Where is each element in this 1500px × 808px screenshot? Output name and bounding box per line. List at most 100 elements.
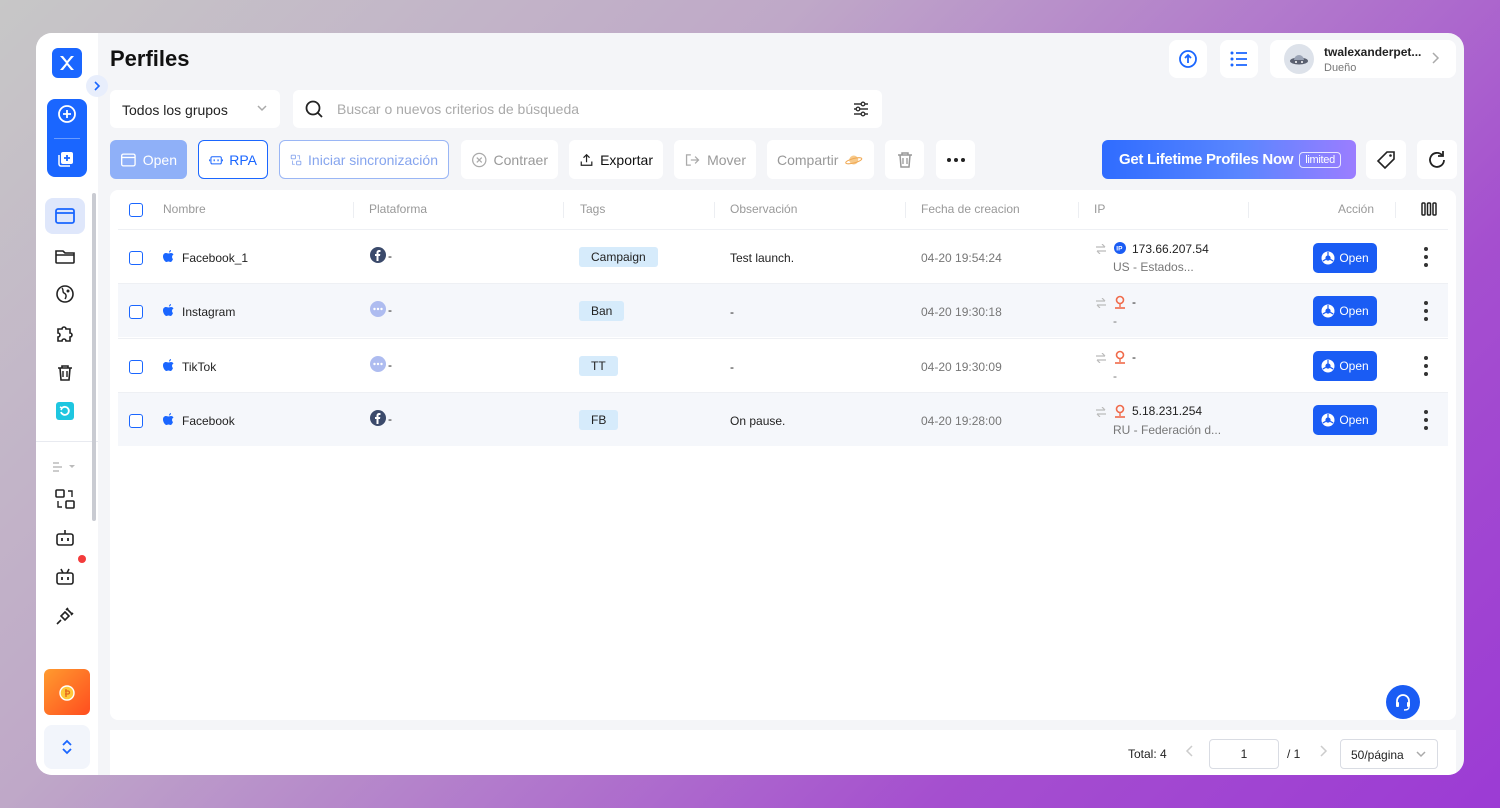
row-open-label: Open [1339,251,1369,265]
sidebar-item-rpa-market[interactable] [45,559,85,595]
filter-sliders-icon[interactable] [852,100,870,118]
chromium-icon [1321,413,1335,427]
column-header-tags[interactable]: Tags [580,202,605,216]
sidebar-item-profiles[interactable] [45,198,85,234]
export-label: Exportar [600,151,653,168]
sidebar-item-trash[interactable] [45,355,85,391]
platform-value: - [388,358,392,372]
profile-note[interactable]: On pause. [730,414,785,428]
refresh-button[interactable] [1417,140,1457,179]
sidebar-item-rpa[interactable] [45,520,85,556]
sidebar-item-sync-app[interactable] [45,393,85,429]
add-profile-icon[interactable] [57,104,77,129]
table-row[interactable]: Instagram - Ban - 04-20 19:30:18 - - Ope… [118,283,1448,337]
page-size-value: 50/página [1351,748,1404,762]
row-checkbox[interactable] [129,360,143,374]
window-sync-icon [55,489,75,509]
batch-add-icon[interactable] [57,148,77,173]
table-row[interactable]: Facebook - FB On pause. 04-20 19:28:00 5… [118,392,1448,446]
robot-icon [209,155,224,164]
profile-tag[interactable]: Campaign [579,247,658,267]
start-sync-label: Iniciar sincronización [308,151,438,168]
location-pin-icon [1115,404,1125,418]
row-open-button[interactable]: Open [1313,243,1377,273]
task-list-button[interactable] [1220,40,1258,78]
table-row[interactable]: TikTok - TT - 04-20 19:30:09 - - Open [118,338,1448,392]
puzzle-icon [57,326,73,342]
lifetime-promo-banner[interactable]: Get Lifetime Profiles Now limited [1102,140,1356,179]
column-header-name[interactable]: Nombre [163,202,206,216]
profile-tag[interactable]: TT [579,356,618,376]
sidebar-item-groups[interactable] [45,238,85,274]
row-more-menu[interactable] [1421,410,1431,430]
select-all-checkbox[interactable] [129,203,143,217]
prev-page-button[interactable] [1185,744,1195,761]
row-more-menu[interactable] [1421,356,1431,376]
profile-note[interactable]: Test launch. [730,251,794,265]
apple-icon [163,413,174,425]
column-settings-icon[interactable] [1421,202,1437,216]
page-size-select[interactable]: 50/página [1340,739,1438,769]
upload-sync-button[interactable] [1169,40,1207,78]
rpa-button[interactable]: RPA [198,140,268,179]
sidebar-item-api[interactable] [45,598,85,634]
table-row[interactable]: Facebook_1 - Campaign Test launch. 04-20… [118,229,1448,283]
chevron-right-icon [1320,745,1328,757]
sidebar-section-toggle[interactable] [45,448,85,484]
ip-address: 173.66.207.54 [1132,242,1209,256]
sidebar-item-proxies[interactable] [45,276,85,312]
sidebar-scrollbar[interactable] [92,193,96,521]
profile-tag[interactable]: FB [579,410,619,430]
notification-dot [78,555,86,563]
location-pin-icon [1115,350,1125,364]
banner-text: Get Lifetime Profiles Now [1119,151,1294,168]
open-button[interactable]: Open [110,140,187,179]
page-number-input[interactable] [1209,739,1279,769]
profile-name[interactable]: Instagram [182,305,235,319]
collapse-button[interactable]: Contraer [461,140,558,179]
robot-market-icon [56,568,74,585]
row-more-menu[interactable] [1421,301,1431,321]
profile-name[interactable]: Facebook [182,414,235,428]
ip-location: US - Estados... [1113,260,1194,274]
move-button[interactable]: Mover [674,140,756,179]
share-button[interactable]: Compartir [767,140,874,179]
row-checkbox[interactable] [129,305,143,319]
column-header-note[interactable]: Observación [730,202,797,216]
profile-note[interactable]: - [730,305,734,319]
user-menu[interactable]: twalexanderpet... Dueño [1270,40,1456,78]
tag-manager-button[interactable] [1366,140,1406,179]
next-page-button[interactable] [1318,744,1328,761]
sidebar-expand-button[interactable] [44,725,90,769]
start-sync-button[interactable]: Iniciar sincronización [279,140,449,179]
close-circle-icon [472,152,487,167]
column-header-ip[interactable]: IP [1094,202,1105,216]
profiles-table: Nombre Plataforma Tags Observación Fecha… [110,190,1456,720]
profile-name[interactable]: TikTok [182,360,216,374]
sidebar-item-extensions[interactable] [45,316,85,352]
row-open-button[interactable]: Open [1313,351,1377,381]
profile-name[interactable]: Facebook_1 [182,251,248,265]
export-button[interactable]: Exportar [569,140,663,179]
platform-value: - [388,303,392,317]
column-header-platform[interactable]: Plataforma [369,202,427,216]
delete-button[interactable] [885,140,924,179]
support-chat-button[interactable] [1386,685,1420,719]
row-open-button[interactable]: Open [1313,405,1377,435]
row-checkbox[interactable] [129,414,143,428]
search-input[interactable] [337,98,837,120]
profile-note[interactable]: - [730,360,734,374]
group-select[interactable]: Todos los grupos [110,90,280,128]
row-checkbox[interactable] [129,251,143,265]
created-date: 04-20 19:54:24 [921,251,1002,265]
sidebar-toggle-button[interactable] [86,75,108,97]
profile-tag[interactable]: Ban [579,301,625,321]
row-more-menu[interactable] [1421,247,1431,267]
sidebar-item-synchronizer[interactable] [45,481,85,517]
more-actions-button[interactable] [936,140,975,179]
promo-coin-button[interactable] [44,669,90,715]
column-divider [1395,202,1396,218]
column-header-created[interactable]: Fecha de creacion [921,202,1020,216]
row-open-button[interactable]: Open [1313,296,1377,326]
chromium-icon [1321,251,1335,265]
